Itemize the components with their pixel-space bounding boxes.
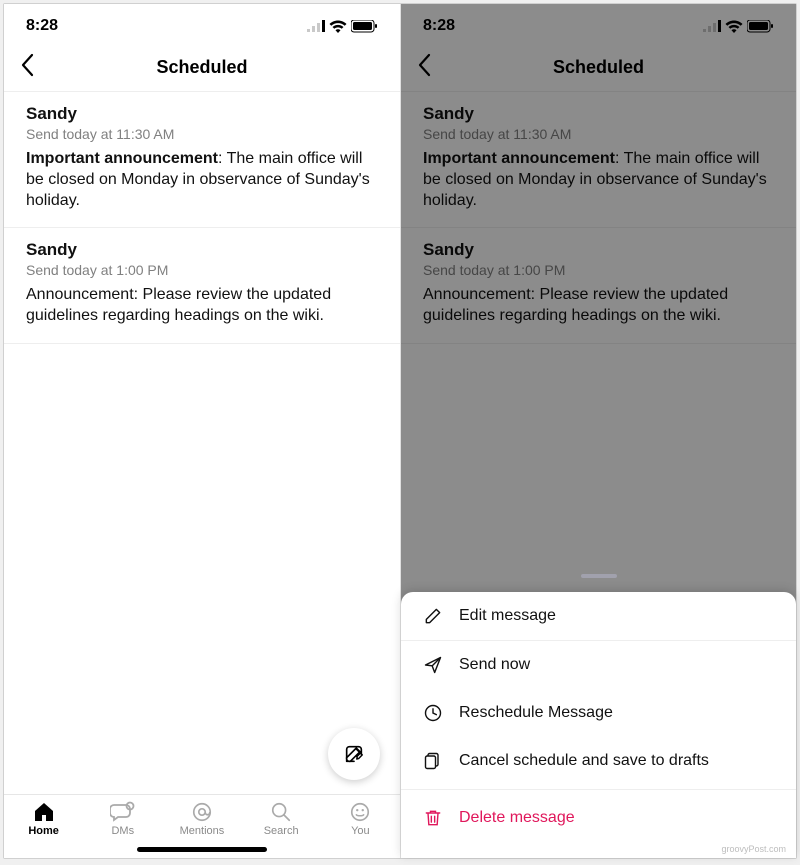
sheet-item-label: Edit message	[459, 607, 556, 625]
scheduled-item[interactable]: Sandy Send today at 1:00 PM Announcement…	[401, 228, 796, 343]
scheduled-list: Sandy Send today at 11:30 AM Important a…	[4, 92, 400, 794]
scheduled-item[interactable]: Sandy Send today at 11:30 AM Important a…	[4, 92, 400, 228]
page-title: Scheduled	[156, 57, 247, 78]
status-bar: 8:28	[4, 4, 400, 48]
wifi-icon	[725, 20, 743, 33]
cellular-icon	[703, 20, 721, 32]
status-time: 8:28	[423, 17, 455, 35]
sheet-edit-message[interactable]: Edit message	[401, 592, 796, 640]
message-body: Announcement: Please review the updated …	[423, 284, 774, 326]
sheet-grabber[interactable]	[581, 574, 617, 578]
nav-search[interactable]: Search	[251, 801, 311, 837]
sheet-item-label: Send now	[459, 656, 530, 674]
status-icons	[703, 20, 774, 33]
sheet-delete-message[interactable]: Delete message	[401, 789, 796, 842]
sender-name: Sandy	[423, 104, 774, 124]
status-icons	[307, 20, 378, 33]
cellular-icon	[307, 20, 325, 32]
sheet-cancel-to-drafts[interactable]: Cancel schedule and save to drafts	[401, 737, 796, 785]
compose-button[interactable]	[328, 728, 380, 780]
battery-icon	[351, 20, 378, 33]
wifi-icon	[329, 20, 347, 33]
sheet-reschedule[interactable]: Reschedule Message	[401, 689, 796, 737]
back-button[interactable]	[415, 52, 433, 83]
action-sheet: Edit message Send now Reschedule Message…	[401, 592, 796, 858]
status-bar: 8:28	[401, 4, 796, 48]
sheet-send-now[interactable]: Send now	[401, 640, 796, 689]
message-body: Announcement: Please review the updated …	[26, 284, 378, 326]
page-title: Scheduled	[553, 57, 644, 78]
nav-you[interactable]: You	[330, 801, 390, 837]
nav-mentions[interactable]: Mentions	[172, 801, 232, 837]
screen-header: Scheduled	[4, 48, 400, 92]
send-time: Send today at 1:00 PM	[26, 262, 378, 278]
scheduled-item[interactable]: Sandy Send today at 11:30 AM Important a…	[401, 92, 796, 228]
send-time: Send today at 11:30 AM	[423, 126, 774, 142]
sender-name: Sandy	[423, 240, 774, 260]
sender-name: Sandy	[26, 104, 378, 124]
sender-name: Sandy	[26, 240, 378, 260]
send-time: Send today at 11:30 AM	[26, 126, 378, 142]
nav-dms[interactable]: DMs	[93, 801, 153, 837]
screen-header: Scheduled	[401, 48, 796, 92]
nav-home[interactable]: Home	[14, 801, 74, 837]
watermark: groovyPost.com	[721, 844, 786, 854]
sheet-item-label: Delete message	[459, 809, 575, 827]
scheduled-item[interactable]: Sandy Send today at 1:00 PM Announcement…	[4, 228, 400, 343]
back-button[interactable]	[18, 52, 36, 83]
message-body: Important announcement: The main office …	[423, 148, 774, 211]
message-body: Important announcement: The main office …	[26, 148, 378, 211]
battery-icon	[747, 20, 774, 33]
sheet-item-label: Cancel schedule and save to drafts	[459, 752, 709, 770]
home-indicator[interactable]	[137, 847, 267, 852]
sheet-item-label: Reschedule Message	[459, 704, 613, 722]
send-time: Send today at 1:00 PM	[423, 262, 774, 278]
status-time: 8:28	[26, 17, 58, 35]
